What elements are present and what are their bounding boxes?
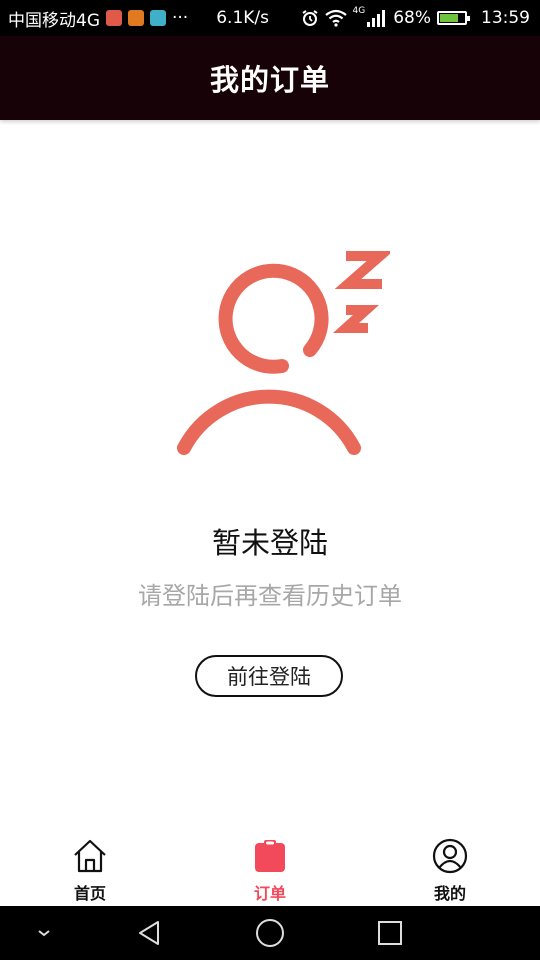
back-triangle-icon — [139, 921, 159, 945]
tab-orders-label: 订单 — [253, 884, 286, 903]
clock: 13:59 — [481, 8, 530, 28]
back-button[interactable] — [128, 906, 172, 960]
home-circle-icon — [256, 919, 284, 947]
alarm-icon — [301, 10, 318, 26]
carrier-label: 中国移动4G — [8, 10, 100, 31]
battery-percent: 68% — [393, 8, 431, 28]
tab-orders[interactable]: 订单 — [180, 826, 360, 906]
recents-square-icon — [378, 921, 402, 945]
network-type-label: 4G — [352, 6, 366, 16]
notification-app-icon — [128, 10, 144, 26]
battery-icon — [437, 11, 470, 25]
empty-state: 暂未登陆 请登陆后再查看历史订单 前往登陆 — [0, 120, 540, 825]
empty-state-title: 暂未登陆 — [211, 526, 328, 560]
tab-mine-label: 我的 — [433, 884, 466, 903]
chevron-down-icon — [38, 930, 50, 937]
user-circle-icon — [432, 838, 468, 874]
page-title: 我的订单 — [209, 63, 330, 97]
bottom-tab-bar: 首页 订单 我的 — [0, 826, 540, 906]
collapse-chevron-button[interactable] — [24, 906, 64, 960]
tab-home-label: 首页 — [73, 884, 106, 903]
go-login-button[interactable]: 前往登陆 — [195, 655, 343, 697]
status-bar: 中国移动4G ··· 6.1K/s 4G 68% 13:59 — [0, 0, 540, 36]
tab-home[interactable]: 首页 — [0, 826, 180, 906]
home-icon — [74, 839, 106, 873]
empty-state-subtitle: 请登陆后再查看历史订单 — [138, 582, 402, 610]
network-speed: 6.1K/s — [216, 8, 269, 28]
recents-button[interactable] — [368, 906, 412, 960]
signal-icon — [367, 10, 386, 27]
more-notifications-icon: ··· — [172, 8, 189, 28]
system-navigation-bar — [0, 906, 540, 960]
tab-mine[interactable]: 我的 — [360, 826, 540, 906]
notification-app-icon — [106, 10, 122, 26]
app-header: 我的订单 — [0, 36, 540, 120]
notification-app-icon — [150, 10, 166, 26]
home-button[interactable] — [248, 906, 292, 960]
clipboard-icon — [255, 840, 285, 872]
wifi-icon — [324, 9, 347, 27]
sleeping-user-icon — [177, 251, 390, 455]
